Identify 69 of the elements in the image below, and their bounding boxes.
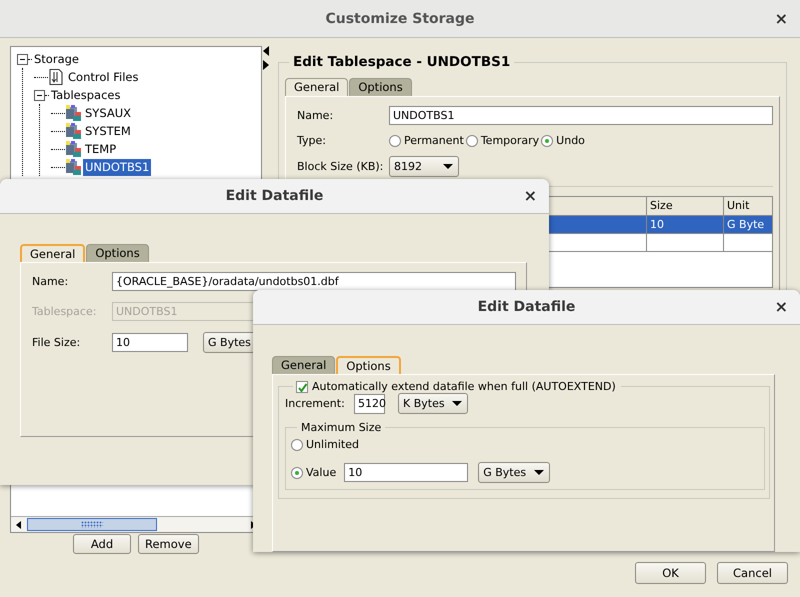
close-button[interactable]: × xyxy=(774,10,788,26)
radio-label: Temporary xyxy=(480,134,540,147)
column-header[interactable]: Unit xyxy=(724,197,772,215)
text-field[interactable]: UNDOTBS1 xyxy=(389,106,773,125)
button[interactable]: OK xyxy=(635,562,706,584)
radio-label: Permanent xyxy=(404,134,464,147)
window-title: Edit Datafile xyxy=(226,188,324,204)
close-button[interactable]: × xyxy=(524,188,537,204)
tab[interactable]: General xyxy=(272,356,336,374)
tree-item[interactable]: SYSTEM xyxy=(83,122,133,140)
checkbox[interactable] xyxy=(296,380,308,392)
caret-icon xyxy=(451,400,463,407)
text-field[interactable]: 10 xyxy=(344,463,468,482)
check-icon xyxy=(297,382,308,392)
scroll-left-icon xyxy=(15,520,23,530)
button[interactable]: Add xyxy=(73,534,131,554)
checkbox-label: Automatically extend datafile when full (AUTOEXTEND) xyxy=(312,380,616,393)
group-title: Maximum Size xyxy=(300,421,382,434)
column-header[interactable]: Size xyxy=(647,197,724,215)
tree-item[interactable]: Storage xyxy=(32,50,81,68)
tree-item[interactable]: Control Files xyxy=(66,68,140,86)
database-icon xyxy=(65,141,81,157)
dropdown[interactable]: K Bytes xyxy=(398,393,468,414)
dropdown[interactable]: 8192 xyxy=(389,156,459,177)
window-title: Edit Datafile xyxy=(478,299,576,315)
radio-label: Value xyxy=(306,466,336,479)
text-field[interactable]: {ORACLE_BASE}/oradata/undotbs01.dbf xyxy=(112,272,516,291)
tab[interactable]: Options xyxy=(336,356,401,374)
database-icon xyxy=(65,123,81,139)
caret-icon xyxy=(442,163,454,170)
field-label: Name: xyxy=(32,275,70,288)
close-button[interactable]: × xyxy=(774,299,788,315)
field-label: Type: xyxy=(297,134,327,147)
window-title: Customize Storage xyxy=(325,10,475,26)
tree-item[interactable]: Tablespaces xyxy=(49,86,122,104)
button[interactable]: Cancel xyxy=(717,562,788,584)
radio-button[interactable] xyxy=(291,466,303,478)
tab[interactable]: General xyxy=(20,244,86,262)
tree-item[interactable]: SYSAUX xyxy=(83,104,133,122)
tab[interactable]: General xyxy=(285,78,348,96)
field-label: File Size: xyxy=(32,336,82,349)
field-label: Tablespace: xyxy=(32,305,98,318)
collapse-icon[interactable] xyxy=(34,90,45,100)
tree-item[interactable]: UNDOTBS1 xyxy=(83,158,152,176)
field-label: Increment: xyxy=(285,397,346,410)
document-icon xyxy=(48,69,64,85)
radio-button[interactable] xyxy=(389,134,401,146)
table-cell-text: G Byte xyxy=(726,217,766,233)
text-field[interactable]: 10 xyxy=(112,333,188,352)
field-label: Name: xyxy=(297,109,334,122)
dropdown[interactable]: G Bytes xyxy=(478,462,550,483)
radio-button[interactable] xyxy=(466,134,478,146)
radio-label: Unlimited xyxy=(306,438,359,451)
tab[interactable]: Options xyxy=(349,78,412,96)
tree-item[interactable]: TEMP xyxy=(83,140,118,158)
text-field[interactable]: 5120 xyxy=(354,394,385,414)
field-label: Block Size (KB): xyxy=(297,160,384,173)
database-icon xyxy=(65,105,81,121)
caret-icon xyxy=(533,469,546,476)
database-icon xyxy=(65,159,81,175)
table-cell: 10 xyxy=(647,216,724,233)
collapse-icon[interactable] xyxy=(17,54,28,64)
radio-button[interactable] xyxy=(291,438,303,450)
section-title: Edit Tablespace - UNDOTBS1 xyxy=(292,54,512,70)
scrollbar-thumb[interactable] xyxy=(27,518,157,531)
tab[interactable]: Options xyxy=(86,244,149,262)
radio-label: Undo xyxy=(556,134,585,147)
button[interactable]: Remove xyxy=(138,534,199,554)
radio-button[interactable] xyxy=(541,134,554,146)
